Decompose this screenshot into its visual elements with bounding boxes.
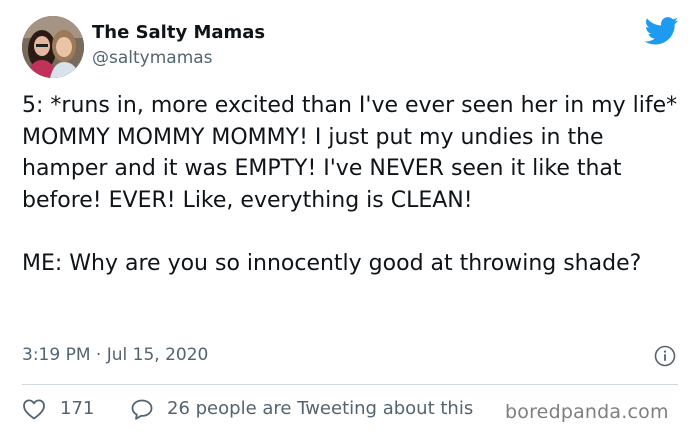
tweeting-about-link[interactable]: 26 people are Tweeting about this	[167, 398, 473, 419]
watermark: boredpanda.com	[505, 401, 669, 423]
author-display-name[interactable]: The Salty Mamas	[92, 22, 265, 43]
tweet-card: The Salty Mamas @saltymamas 5: *runs in,…	[0, 0, 700, 437]
like-count[interactable]: 171	[60, 398, 94, 419]
avatar-photo-icon	[22, 16, 84, 78]
tweet-timestamp[interactable]: 3:19 PM · Jul 15, 2020	[22, 345, 208, 365]
avatar[interactable]	[22, 16, 84, 78]
speech-bubble-icon[interactable]	[130, 398, 154, 420]
twitter-bird-icon[interactable]	[645, 17, 679, 45]
author-handle[interactable]: @saltymamas	[92, 48, 213, 68]
divider	[22, 384, 678, 385]
tweet-text: 5: *runs in, more excited than I've ever…	[22, 90, 682, 280]
heart-icon[interactable]	[22, 398, 46, 420]
info-icon[interactable]	[654, 345, 676, 367]
tweet-paragraph: 5: *runs in, more excited than I've ever…	[22, 93, 678, 213]
tweet-paragraph: ME: Why are you so innocently good at th…	[22, 250, 642, 276]
